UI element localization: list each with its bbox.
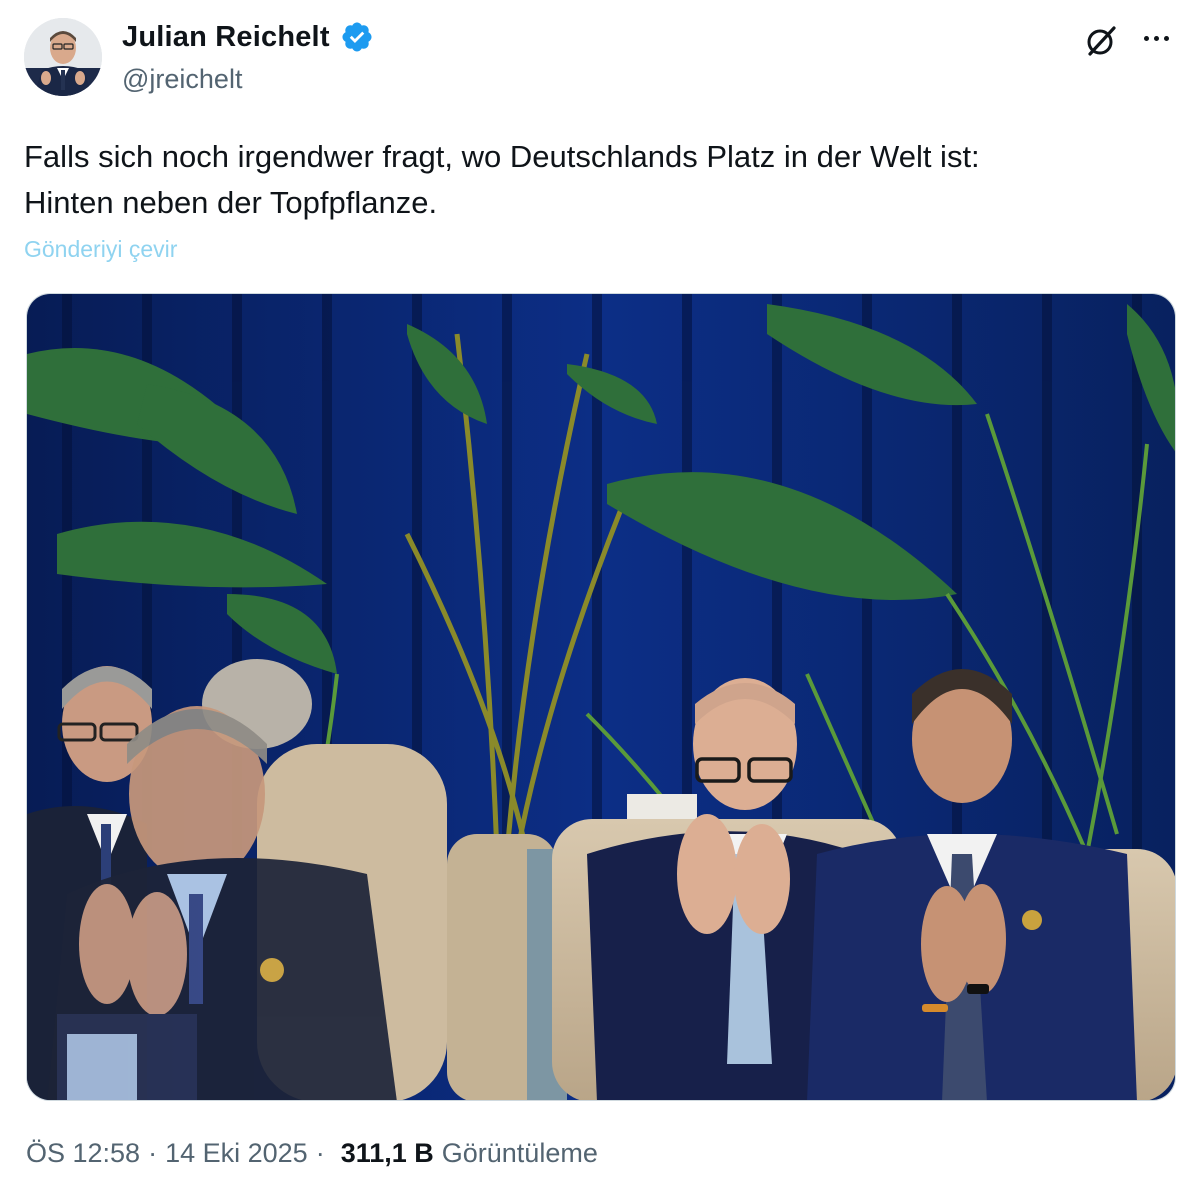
translate-post-link[interactable]: Gönderiyi çevir <box>24 236 177 263</box>
separator-dot: · <box>148 1138 158 1168</box>
more-icon[interactable] <box>1136 20 1176 56</box>
tweet-meta: ÖS 12:58 · 14 Eki 2025 · 311,1 B Görüntü… <box>26 1138 598 1169</box>
avatar[interactable] <box>24 18 102 96</box>
tweet-photo[interactable] <box>26 293 1176 1101</box>
tweet-text: Falls sich noch irgendwer fragt, wo Deut… <box>24 134 1174 226</box>
views-label: Görüntüleme <box>441 1138 598 1168</box>
tweet-text-line-1: Falls sich noch irgendwer fragt, wo Deut… <box>24 139 980 174</box>
post-time[interactable]: ÖS 12:58 <box>26 1138 140 1169</box>
tweet-header: Julian Reichelt @jreichelt <box>24 16 1176 106</box>
verified-badge-icon <box>342 22 372 52</box>
grok-icon[interactable] <box>1084 24 1118 58</box>
photo-scene <box>27 294 1175 1100</box>
tweet-text-line-2: Hinten neben der Topfpflanze. <box>24 185 438 220</box>
author-name-row: Julian Reichelt <box>122 20 374 54</box>
author-handle[interactable]: @jreichelt <box>122 64 242 95</box>
author-name[interactable]: Julian Reichelt <box>122 21 330 54</box>
separator-dot: · <box>315 1138 325 1168</box>
post-date[interactable]: 14 Eki 2025 <box>165 1138 308 1169</box>
views-count: 311,1 B <box>340 1138 434 1168</box>
